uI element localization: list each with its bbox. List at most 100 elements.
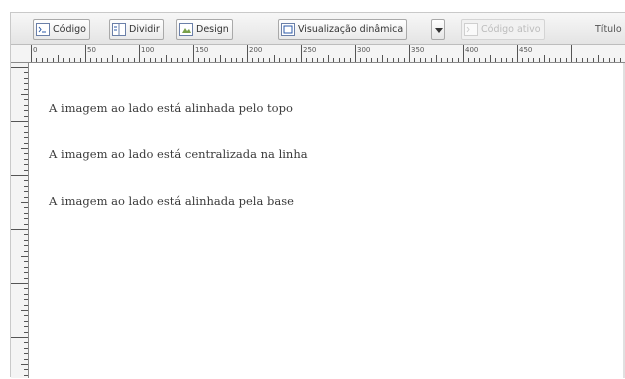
ruler-label: 0 bbox=[33, 46, 38, 54]
split-view-button[interactable]: Dividir bbox=[109, 19, 164, 40]
paragraph-bottom-aligned[interactable]: A imagem ao lado está alinhada pela base bbox=[49, 194, 294, 208]
ruler-tick bbox=[24, 224, 28, 225]
ruler-tick bbox=[317, 58, 318, 62]
ruler-tick bbox=[24, 353, 28, 354]
paragraph-middle-aligned[interactable]: A imagem ao lado está centralizada na li… bbox=[49, 147, 308, 161]
ruler-tick bbox=[614, 58, 615, 62]
ruler-tick bbox=[533, 58, 534, 62]
ruler-tick bbox=[593, 58, 594, 62]
ruler-tick bbox=[587, 58, 588, 62]
ruler-tick bbox=[42, 58, 43, 62]
ruler-tick bbox=[204, 58, 205, 62]
ruler-tick bbox=[24, 245, 28, 246]
ruler-tick bbox=[24, 315, 28, 316]
ruler-tick bbox=[36, 58, 37, 62]
ruler-tick bbox=[517, 45, 518, 62]
ruler-tick bbox=[24, 207, 28, 208]
live-view-dropdown[interactable] bbox=[431, 19, 445, 40]
ruler-tick bbox=[112, 55, 113, 62]
ruler-tick bbox=[11, 337, 28, 338]
ruler-tick bbox=[21, 364, 28, 365]
ruler-tick bbox=[24, 186, 28, 187]
ruler-tick bbox=[161, 58, 162, 62]
ruler-tick bbox=[134, 58, 135, 62]
ruler-tick bbox=[188, 58, 189, 62]
ruler-tick bbox=[296, 58, 297, 62]
code-view-button[interactable]: Código bbox=[33, 19, 90, 40]
ruler-tick bbox=[468, 58, 469, 62]
ruler-tick bbox=[479, 58, 480, 62]
live-view-button[interactable]: Visualização dinâmica bbox=[278, 19, 408, 40]
ruler-tick bbox=[24, 369, 28, 370]
vertical-ruler[interactable] bbox=[11, 63, 29, 378]
ruler-tick bbox=[263, 58, 264, 62]
ruler-tick bbox=[24, 180, 28, 181]
ruler-tick bbox=[24, 126, 28, 127]
paragraph-top-aligned[interactable]: A imagem ao lado está alinhada pelo topo bbox=[49, 101, 293, 115]
design-canvas[interactable]: A imagem ao lado está alinhada pelo topo… bbox=[29, 63, 625, 378]
ruler-tick bbox=[215, 58, 216, 62]
ruler-tick bbox=[24, 197, 28, 198]
ruler-tick bbox=[24, 218, 28, 219]
ruler-tick bbox=[301, 45, 302, 62]
ruler-tick bbox=[24, 89, 28, 90]
ruler-tick bbox=[117, 58, 118, 62]
ruler-tick bbox=[528, 58, 529, 62]
horizontal-ruler[interactable]: 0 50 100 150 200 250 300 350 400 450 bbox=[11, 45, 625, 63]
ruler-tick bbox=[96, 58, 97, 62]
ruler-tick bbox=[24, 234, 28, 235]
ruler-tick bbox=[24, 213, 28, 214]
ruler-tick bbox=[171, 58, 172, 62]
ruler-tick bbox=[495, 58, 496, 62]
live-code-button[interactable]: Código ativo bbox=[461, 19, 545, 40]
ruler-tick bbox=[576, 58, 577, 62]
ruler-tick bbox=[69, 58, 70, 62]
dreamweaver-window: Código Dividir Design Visualização dinâm… bbox=[10, 12, 625, 378]
ruler-tick bbox=[150, 58, 151, 62]
ruler-tick bbox=[24, 164, 28, 165]
ruler-tick bbox=[220, 55, 221, 62]
ruler-tick bbox=[11, 229, 28, 230]
ruler-tick bbox=[24, 110, 28, 111]
ruler-tick bbox=[474, 58, 475, 62]
ruler-tick bbox=[24, 153, 28, 154]
ruler-tick bbox=[560, 58, 561, 62]
ruler-tick bbox=[63, 58, 64, 62]
ruler-tick bbox=[90, 58, 91, 62]
ruler-tick bbox=[522, 58, 523, 62]
ruler-tick bbox=[24, 83, 28, 84]
ruler-tick bbox=[24, 116, 28, 117]
ruler-tick bbox=[24, 288, 28, 289]
ruler-label: 200 bbox=[249, 46, 263, 54]
ruler-tick bbox=[24, 278, 28, 279]
ruler-tick bbox=[198, 58, 199, 62]
ruler-tick bbox=[236, 58, 237, 62]
ruler-tick bbox=[323, 58, 324, 62]
ruler-tick bbox=[24, 191, 28, 192]
ruler-tick bbox=[24, 375, 28, 376]
ruler-tick bbox=[21, 310, 28, 311]
ruler-tick bbox=[436, 55, 437, 62]
ruler-tick bbox=[24, 159, 28, 160]
ruler-tick bbox=[24, 72, 28, 73]
ruler-tick bbox=[393, 58, 394, 62]
ruler-tick bbox=[21, 202, 28, 203]
ruler-tick bbox=[24, 267, 28, 268]
ruler-tick bbox=[506, 58, 507, 62]
ruler-tick bbox=[512, 58, 513, 62]
design-view-label: Design bbox=[196, 24, 229, 35]
ruler-tick bbox=[344, 58, 345, 62]
ruler-tick bbox=[53, 58, 54, 62]
ruler-tick bbox=[24, 261, 28, 262]
design-view-button[interactable]: Design bbox=[176, 19, 233, 40]
ruler-tick bbox=[24, 78, 28, 79]
ruler-tick bbox=[571, 45, 572, 62]
ruler-tick bbox=[452, 58, 453, 62]
ruler-tick bbox=[21, 94, 28, 95]
ruler-tick bbox=[360, 58, 361, 62]
ruler-tick bbox=[24, 342, 28, 343]
ruler-tick bbox=[258, 58, 259, 62]
ruler-tick bbox=[166, 55, 167, 62]
ruler-tick bbox=[501, 58, 502, 62]
ruler-tick bbox=[107, 58, 108, 62]
